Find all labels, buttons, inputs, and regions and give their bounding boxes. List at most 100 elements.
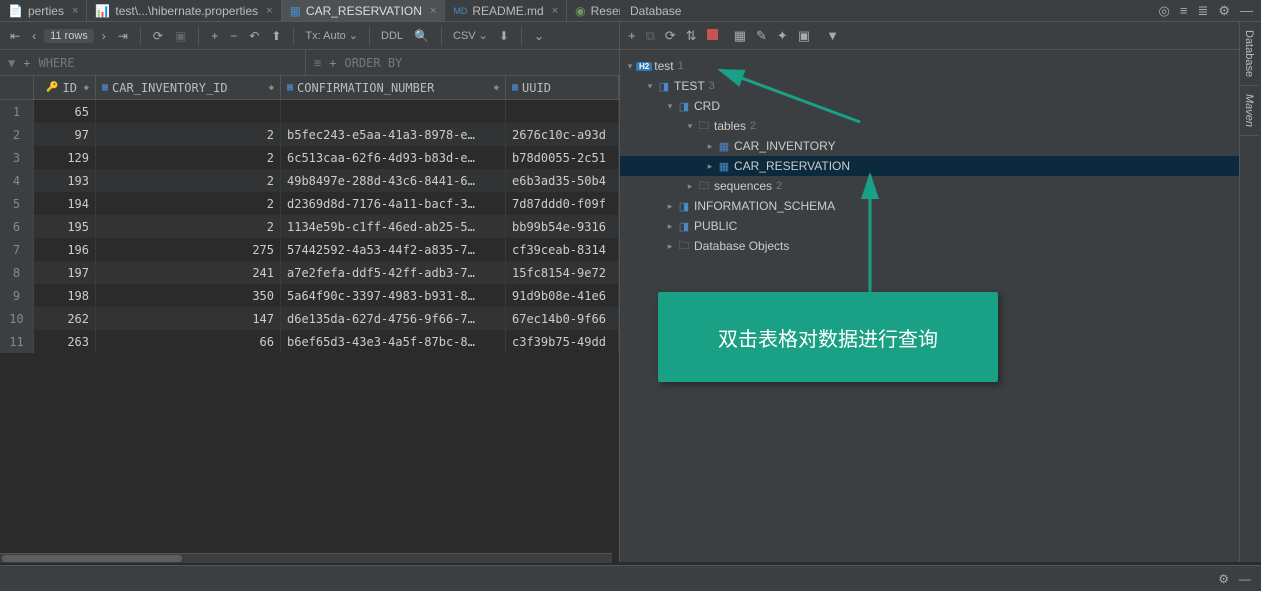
- tree-schema-test[interactable]: ▾ ◨ TEST 3: [620, 76, 1261, 96]
- side-tab-database[interactable]: Database: [1240, 22, 1258, 86]
- column-confirmation[interactable]: ▦ CONFIRMATION_NUMBER◆: [281, 76, 506, 99]
- cell-uuid[interactable]: 67ec14b0-9f66: [506, 307, 619, 330]
- gear-icon[interactable]: ⚙: [1218, 3, 1230, 19]
- table-row[interactable]: 1126366b6ef65d3-43e3-4a5f-87bc-8…c3f39b7…: [0, 330, 619, 353]
- commit-icon[interactable]: ⬆: [267, 27, 285, 45]
- cell-id[interactable]: 263: [34, 330, 96, 353]
- cell-inventory[interactable]: 147: [96, 307, 281, 330]
- tab-car-reservation[interactable]: ▦ CAR_RESERVATION ×: [282, 0, 446, 21]
- cell-id[interactable]: 194: [34, 192, 96, 215]
- cell-id[interactable]: 65: [34, 100, 96, 123]
- download-icon[interactable]: ⬇: [495, 27, 513, 45]
- cell-inventory[interactable]: [96, 100, 281, 123]
- tab-hibernate[interactable]: 📊 test\...\hibernate.properties ×: [87, 0, 281, 21]
- tree-datasource[interactable]: ▾ H2 test 1: [620, 56, 1261, 76]
- cell-uuid[interactable]: 91d9b08e-41e6: [506, 284, 619, 307]
- table-row[interactable]: 51942d2369d8d-7176-4a11-bacf-3…7d87ddd0-…: [0, 192, 619, 215]
- cell-id[interactable]: 97: [34, 123, 96, 146]
- console-icon[interactable]: ▣: [796, 26, 812, 46]
- close-icon[interactable]: ×: [430, 5, 436, 17]
- table-row[interactable]: 91983505a64f90c-3397-4983-b931-8…91d9b08…: [0, 284, 619, 307]
- cell-confirmation[interactable]: a7e2fefa-ddf5-42ff-adb3-7…: [281, 261, 506, 284]
- rows-count[interactable]: 11 rows: [44, 29, 94, 43]
- minimize-icon[interactable]: —: [1239, 572, 1251, 586]
- stop-icon[interactable]: ▣: [171, 27, 190, 45]
- add-icon[interactable]: +: [626, 26, 638, 45]
- table-row[interactable]: 165: [0, 100, 619, 123]
- cell-id[interactable]: 196: [34, 238, 96, 261]
- horizontal-scrollbar[interactable]: [0, 553, 612, 563]
- target-icon[interactable]: ◎: [1159, 3, 1170, 19]
- gear-icon[interactable]: ⚙: [1218, 572, 1229, 586]
- tree-information-schema[interactable]: ▸ ◨ INFORMATION_SCHEMA: [620, 196, 1261, 216]
- duplicate-icon[interactable]: ⧉: [644, 26, 657, 46]
- refresh-icon[interactable]: ⟳: [663, 26, 678, 46]
- cell-id[interactable]: 195: [34, 215, 96, 238]
- tx-mode[interactable]: Tx: Auto ⌄: [302, 29, 361, 42]
- table-row[interactable]: 719627557442592-4a53-44f2-a835-7…cf39cea…: [0, 238, 619, 261]
- add-row-icon[interactable]: +: [207, 27, 222, 45]
- table-row[interactable]: 8197241a7e2fefa-ddf5-42ff-adb3-7…15fc815…: [0, 261, 619, 284]
- tree-public[interactable]: ▸ ◨ PUBLIC: [620, 216, 1261, 236]
- tab-properties[interactable]: 📄 perties ×: [0, 0, 87, 21]
- cell-uuid[interactable]: 7d87ddd0-f09f: [506, 192, 619, 215]
- cell-inventory[interactable]: 2: [96, 192, 281, 215]
- data-grid[interactable]: 1652972b5fec243-e5aa-41a3-8978-e…2676c10…: [0, 100, 619, 562]
- filter-icon[interactable]: ▼: [824, 26, 841, 45]
- cell-confirmation[interactable]: 1134e59b-c1ff-46ed-ab25-5…: [281, 215, 506, 238]
- order-by-filter[interactable]: ≡ + ORDER BY: [305, 50, 619, 75]
- refresh-icon[interactable]: ⟳: [149, 27, 167, 45]
- table-row[interactable]: 619521134e59b-c1ff-46ed-ab25-5…bb99b54e-…: [0, 215, 619, 238]
- side-tab-maven[interactable]: Maven: [1240, 86, 1258, 136]
- cell-id[interactable]: 193: [34, 169, 96, 192]
- first-page-icon[interactable]: ⇤: [6, 27, 24, 45]
- cell-id[interactable]: 129: [34, 146, 96, 169]
- cell-confirmation[interactable]: 57442592-4a53-44f2-a835-7…: [281, 238, 506, 261]
- cell-inventory[interactable]: 2: [96, 215, 281, 238]
- cell-id[interactable]: 198: [34, 284, 96, 307]
- column-inventory-id[interactable]: ▦ CAR_INVENTORY_ID◆: [96, 76, 281, 99]
- last-page-icon[interactable]: ⇥: [114, 27, 132, 45]
- cell-confirmation[interactable]: b5fec243-e5aa-41a3-8978-e…: [281, 123, 506, 146]
- cell-uuid[interactable]: bb99b54e-9316: [506, 215, 619, 238]
- tree-tables-folder[interactable]: ▾ 🗀 tables 2: [620, 116, 1261, 136]
- close-icon[interactable]: ×: [266, 5, 272, 17]
- cell-inventory[interactable]: 241: [96, 261, 281, 284]
- tree-table-car-inventory[interactable]: ▸ ▦ CAR_INVENTORY: [620, 136, 1261, 156]
- tree-database-objects[interactable]: ▸ 🗀 Database Objects: [620, 236, 1261, 256]
- tab-reserv[interactable]: ◉ Reserv: [567, 0, 620, 21]
- column-uuid[interactable]: ▦ UUID: [506, 76, 619, 99]
- cell-uuid[interactable]: cf39ceab-8314: [506, 238, 619, 261]
- cell-uuid[interactable]: c3f39b75-49dd: [506, 330, 619, 353]
- cell-inventory[interactable]: 66: [96, 330, 281, 353]
- cell-confirmation[interactable]: [281, 100, 506, 123]
- wand-icon[interactable]: ✦: [775, 26, 790, 46]
- cell-inventory[interactable]: 2: [96, 123, 281, 146]
- cell-id[interactable]: 262: [34, 307, 96, 330]
- remove-row-icon[interactable]: −: [226, 27, 241, 45]
- cell-inventory[interactable]: 2: [96, 146, 281, 169]
- table-row[interactable]: 2972b5fec243-e5aa-41a3-8978-e…2676c10c-a…: [0, 123, 619, 146]
- cell-inventory[interactable]: 350: [96, 284, 281, 307]
- cell-confirmation[interactable]: b6ef65d3-43e3-4a5f-87bc-8…: [281, 330, 506, 353]
- cell-confirmation[interactable]: d6e135da-627d-4756-9f66-7…: [281, 307, 506, 330]
- column-id[interactable]: 🔑 ID◆: [34, 76, 96, 99]
- prev-page-icon[interactable]: ‹: [28, 27, 40, 45]
- revert-icon[interactable]: ↶: [245, 27, 263, 45]
- cell-uuid[interactable]: b78d0055-2c51: [506, 146, 619, 169]
- chevron-down-icon[interactable]: ⌄: [530, 27, 548, 45]
- table-row[interactable]: 10262147d6e135da-627d-4756-9f66-7…67ec14…: [0, 307, 619, 330]
- cell-id[interactable]: 197: [34, 261, 96, 284]
- table-view-icon[interactable]: ▦: [732, 26, 748, 46]
- close-icon[interactable]: ×: [72, 5, 78, 17]
- edit-icon[interactable]: ✎: [754, 26, 769, 46]
- cell-uuid[interactable]: [506, 100, 619, 123]
- table-row[interactable]: 312926c513caa-62f6-4d93-b83d-e…b78d0055-…: [0, 146, 619, 169]
- cell-uuid[interactable]: e6b3ad35-50b4: [506, 169, 619, 192]
- cell-confirmation[interactable]: d2369d8d-7176-4a11-bacf-3…: [281, 192, 506, 215]
- stop-button[interactable]: [705, 26, 720, 45]
- tree-crd[interactable]: ▾ ◨ CRD: [620, 96, 1261, 116]
- cell-inventory[interactable]: 2: [96, 169, 281, 192]
- tab-readme[interactable]: MD README.md ×: [445, 0, 567, 21]
- where-filter[interactable]: ▼ + WHERE: [0, 50, 305, 75]
